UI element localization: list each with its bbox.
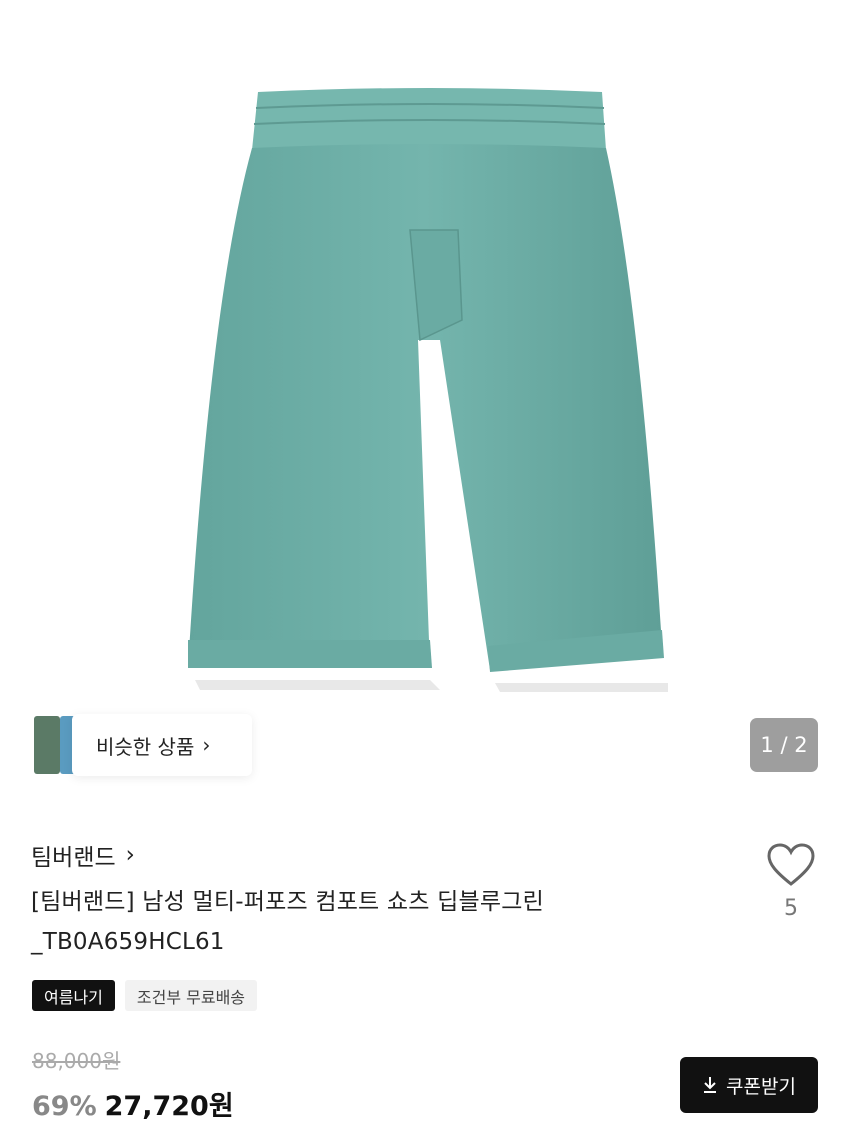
product-title-line1: [팀버랜드] 남성 멀티-퍼포즈 컴포트 쇼츠 딥블루그린 — [31, 889, 544, 915]
brand-link[interactable]: 팀버랜드 › — [31, 838, 135, 872]
brand-name: 팀버랜드 — [31, 845, 116, 871]
thumbnail-green — [34, 716, 60, 774]
original-price: 88,000원 — [32, 1049, 121, 1073]
coupon-label: 쿠폰받기 — [726, 1075, 796, 1098]
chevron-right-icon: › — [202, 733, 211, 757]
page-indicator-text: 1 / 2 — [760, 733, 808, 757]
coupon-button[interactable]: 쿠폰받기 — [680, 1057, 818, 1113]
tag-summer: 여름나기 — [32, 980, 115, 1011]
sale-price: 27,720원 — [104, 1091, 234, 1122]
download-icon — [704, 1077, 717, 1093]
price-row: 69% 27,720원 — [32, 1084, 234, 1123]
tag-free-shipping: 조건부 무료배송 — [124, 980, 258, 1011]
wishlist-button[interactable]: 5 — [764, 842, 818, 942]
product-title-line2: _TB0A659HCL61 — [31, 929, 225, 955]
product-image[interactable] — [0, 0, 850, 710]
similar-products-button[interactable]: 비슷한 상품 › — [72, 714, 252, 776]
product-title: [팀버랜드] 남성 멀티-퍼포즈 컴포트 쇼츠 딥블루그린 _TB0A659HC… — [31, 882, 711, 962]
chevron-right-icon: › — [125, 842, 135, 868]
discount-rate: 69% — [32, 1091, 97, 1122]
image-page-indicator: 1 / 2 — [750, 718, 818, 772]
wishlist-count: 5 — [784, 896, 798, 921]
shorts-illustration — [188, 88, 668, 692]
tag-list: 여름나기 조건부 무료배송 — [32, 980, 258, 1011]
similar-label: 비슷한 상품 — [96, 734, 195, 759]
heart-icon — [767, 843, 815, 886]
